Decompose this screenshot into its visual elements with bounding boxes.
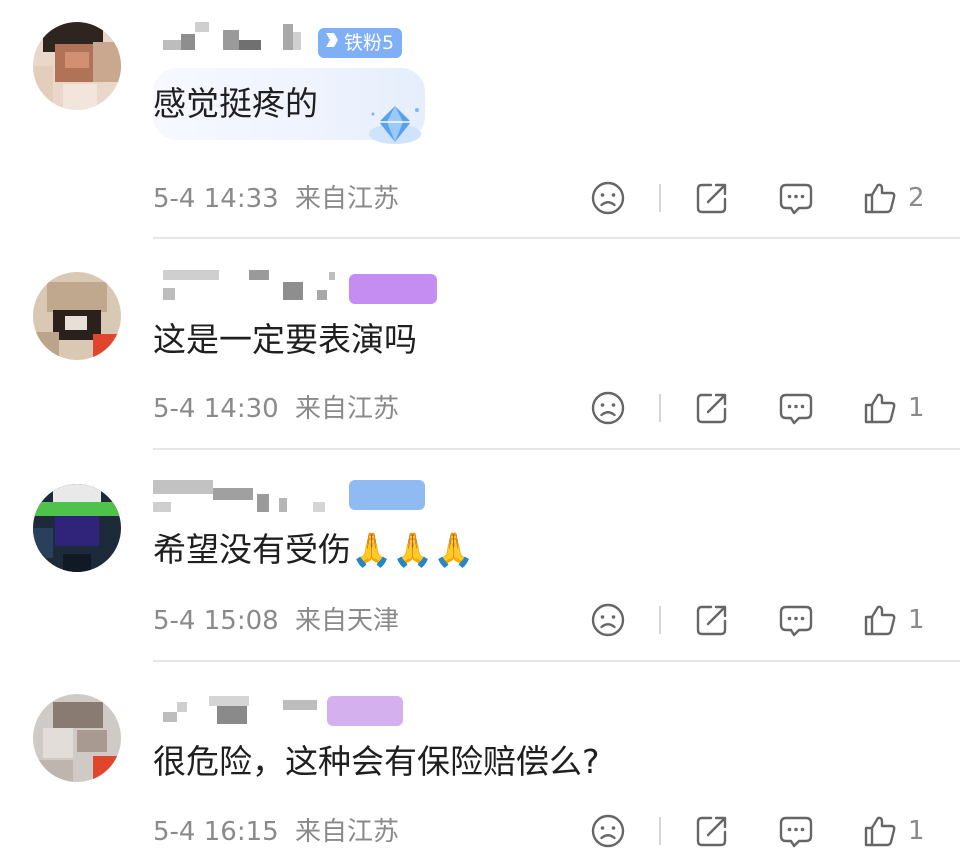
like-count: 1	[908, 605, 925, 635]
reply-button[interactable]	[778, 813, 814, 849]
comment-location: 来自江苏	[294, 817, 399, 847]
comment-text: 希望没有受伤🙏🙏🙏	[153, 530, 475, 569]
like-button[interactable]: 2	[862, 180, 925, 216]
frown-face-icon	[591, 603, 625, 637]
like-button[interactable]: 1	[862, 813, 925, 849]
reply-button[interactable]	[778, 180, 814, 216]
comment-meta: 5-4 15:08 来自天津	[153, 603, 399, 639]
comment-time: 5-4 14:33	[153, 184, 279, 214]
thumbs-up-icon	[864, 605, 896, 636]
avatar[interactable]	[33, 694, 121, 782]
comment-time: 5-4 15:08	[153, 606, 279, 636]
comment-meta: 5-4 14:30 来自江苏	[153, 391, 399, 427]
comment-meta: 5-4 16:15 来自江苏	[153, 814, 399, 850]
share-button[interactable]	[694, 390, 730, 426]
comment-location: 来自江苏	[294, 184, 399, 214]
comment-divider	[153, 237, 960, 239]
share-button[interactable]	[694, 602, 730, 638]
comment-time: 5-4 16:15	[153, 817, 279, 847]
like-button[interactable]: 1	[862, 602, 925, 638]
comment-bubble-icon	[779, 605, 813, 637]
thumbs-up-icon	[864, 393, 896, 424]
avatar[interactable]	[33, 272, 121, 360]
comment-bubble-icon	[779, 816, 813, 848]
username-blurred[interactable]	[153, 270, 335, 310]
reply-button[interactable]	[778, 390, 814, 426]
fan-badge[interactable]	[349, 480, 425, 510]
comment-divider	[153, 448, 960, 450]
comment-location: 来自江苏	[294, 394, 399, 424]
like-count: 1	[908, 393, 925, 423]
thumbs-up-icon	[864, 816, 896, 847]
dislike-button[interactable]	[590, 602, 626, 638]
comment-text: 感觉挺疼的	[153, 84, 318, 123]
avatar[interactable]	[33, 22, 121, 110]
like-count: 1	[908, 816, 925, 846]
fan-badge[interactable]: 铁粉5	[318, 28, 402, 58]
dislike-button[interactable]	[590, 180, 626, 216]
share-icon	[696, 183, 727, 214]
fan-badge-icon	[324, 28, 340, 58]
frown-face-icon	[591, 814, 625, 848]
share-icon	[696, 605, 727, 636]
fan-badge-label: 铁粉5	[344, 32, 395, 54]
share-icon	[696, 393, 727, 424]
fan-badge[interactable]	[327, 696, 403, 726]
action-separator	[659, 394, 661, 422]
action-separator	[659, 184, 661, 212]
like-count: 2	[908, 183, 925, 213]
dislike-button[interactable]	[590, 813, 626, 849]
comment-text: 这是一定要表演吗	[153, 320, 417, 359]
diamond-sticker	[365, 100, 425, 156]
share-icon	[696, 816, 727, 847]
share-button[interactable]	[694, 813, 730, 849]
action-separator	[659, 817, 661, 845]
username-blurred[interactable]	[153, 22, 313, 62]
dislike-button[interactable]	[590, 390, 626, 426]
comment-text: 很危险，这种会有保险赔偿么?	[153, 742, 600, 781]
comment-location: 来自天津	[294, 606, 399, 636]
frown-face-icon	[591, 181, 625, 215]
frown-face-icon	[591, 391, 625, 425]
comment-meta: 5-4 14:33 来自江苏	[153, 181, 399, 217]
share-button[interactable]	[694, 180, 730, 216]
action-separator	[659, 606, 661, 634]
username-blurred[interactable]	[153, 480, 343, 520]
username-blurred[interactable]	[153, 696, 323, 736]
like-button[interactable]: 1	[862, 390, 925, 426]
thumbs-up-icon	[864, 183, 896, 214]
comment-time: 5-4 14:30	[153, 394, 279, 424]
reply-button[interactable]	[778, 602, 814, 638]
comment-bubble-icon	[779, 183, 813, 215]
avatar[interactable]	[33, 484, 121, 572]
comment-divider	[153, 660, 960, 662]
comment-bubble-icon	[779, 393, 813, 425]
fan-badge[interactable]	[349, 274, 437, 304]
